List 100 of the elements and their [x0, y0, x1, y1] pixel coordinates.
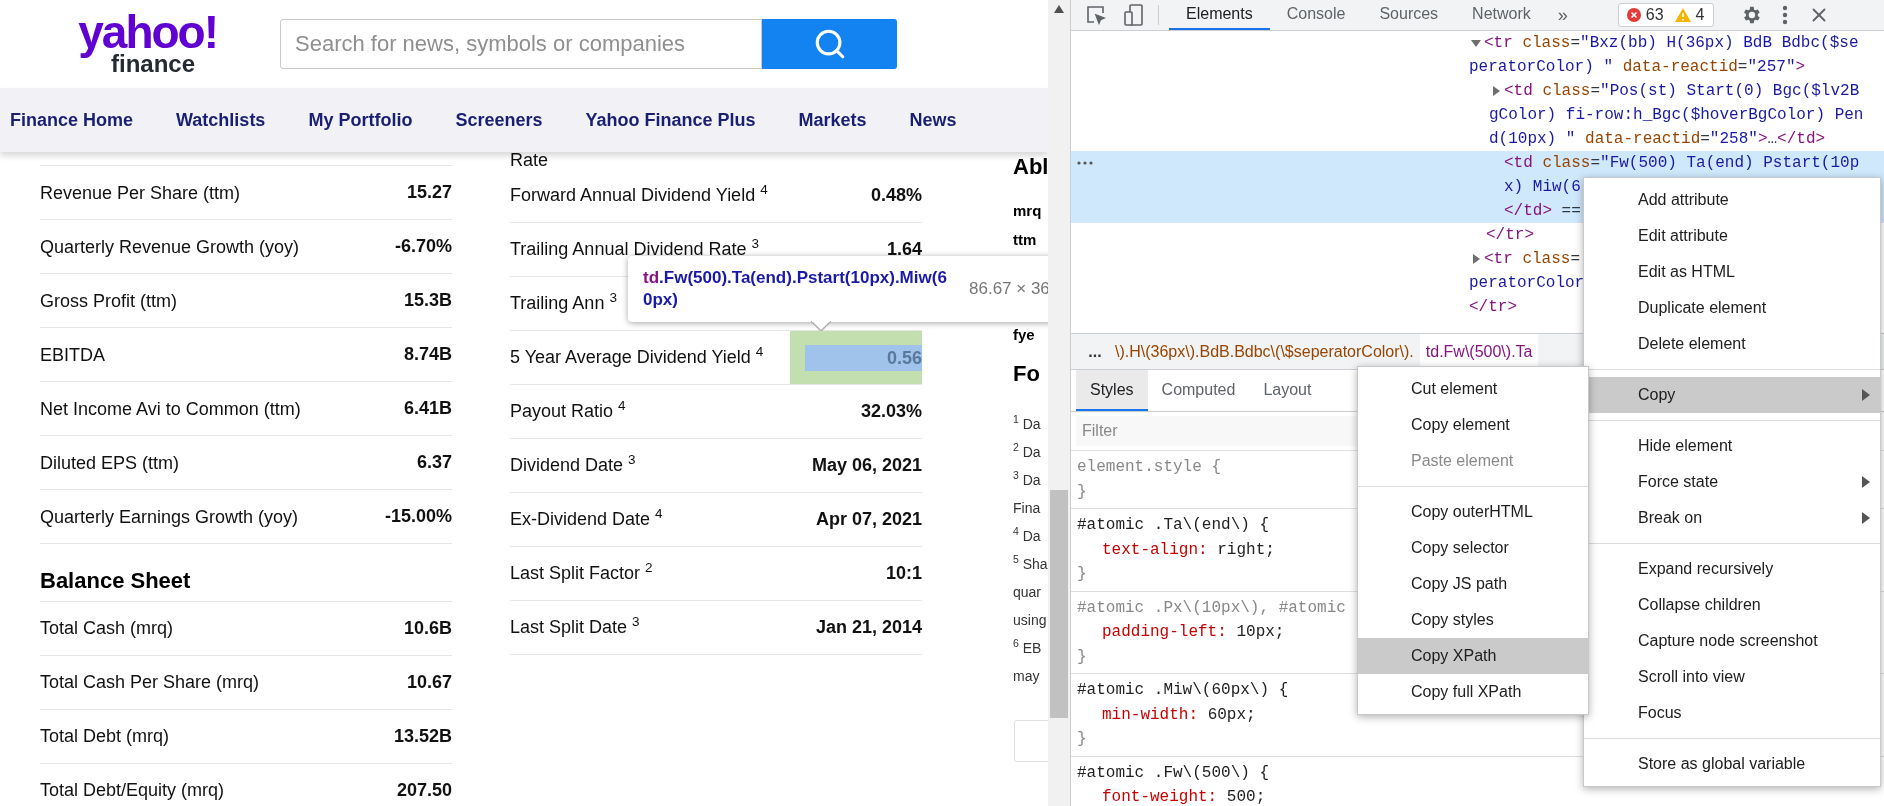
scroll-up-arrow-icon[interactable] — [1054, 5, 1064, 13]
tree-node[interactable]: <td class="Pos(st) Start(0) Bgc($lv2B gColor) fi-row:h_Bgc($hoverBgColor) Pen d(10px) " data-reactid="258">…</td> — [1071, 79, 1864, 151]
row-value: 15.3B — [403, 289, 452, 312]
section-heading: Fo — [1013, 359, 1040, 388]
row-label: Rate — [510, 152, 549, 169]
scrollbar-thumb[interactable] — [1050, 490, 1068, 718]
row-value: 0.56 — [805, 344, 922, 371]
inspect-icon[interactable] — [1086, 5, 1106, 25]
code-line: d(10px) " data-reactid="258">…</td> — [1489, 129, 1826, 150]
tree-node[interactable]: <tr class= peratorColor </tr> — [1071, 247, 1585, 319]
row-label: Payout Ratio $^{4}$ — [510, 401, 626, 422]
error-count: 63 — [1645, 5, 1664, 25]
row-label: Diluted EPS (ttm) — [40, 451, 181, 474]
row-label: Forward Annual Dividend Yield $^{4}$ — [510, 185, 768, 206]
row-label: Total Cash (mrq) — [40, 617, 175, 640]
row-label: EBITDA — [40, 343, 106, 366]
device-toolbar-icon[interactable] — [1124, 4, 1144, 26]
row-label: Total Debt/Equity (mrq) — [40, 779, 226, 802]
css-selector[interactable]: #atomic .Fw\(500\) { — [1077, 760, 1270, 785]
devtools-tab[interactable]: Console — [1269, 0, 1363, 30]
closing-brace: } — [1077, 564, 1087, 585]
code-line: peratorColor — [1469, 273, 1585, 294]
yahoo-finance-logo[interactable]: yahoo! finance — [75, 12, 217, 76]
more-icon[interactable] — [1077, 161, 1093, 165]
row-value: 6.37 — [416, 451, 452, 474]
menu-item[interactable]: Copy JS path — [1358, 566, 1588, 602]
menu-item[interactable]: Delete element — [1584, 326, 1880, 362]
menu-item[interactable]: Copy styles — [1358, 602, 1588, 638]
row-label: Revenue Per Share (ttm) — [40, 181, 242, 204]
styles-tab[interactable]: Layout — [1249, 370, 1326, 411]
nav-link[interactable]: News — [909, 106, 957, 134]
row-label: 5 Year Average Dividend Yield $^{4}$ — [510, 347, 764, 368]
filter-field[interactable]: Filter — [1076, 416, 1358, 446]
footnote-text: $^{1}$ Da — [1013, 413, 1041, 434]
more-tabs-button[interactable]: » — [1547, 0, 1578, 30]
code-line: </tr> — [1486, 225, 1534, 246]
menu-item[interactable]: Store as global variable — [1584, 746, 1880, 782]
row-value: 10.6B — [403, 617, 452, 640]
breadcrumb[interactable]: \).H\(36px\).BdB.Bdbc\(\$seperatorColor\). — [1109, 334, 1420, 369]
footnote-text: may — [1013, 666, 1040, 686]
code-line: x) Miw(6 — [1504, 177, 1581, 198]
css-selector[interactable]: #atomic .Miw\(60px\) { — [1077, 678, 1289, 703]
devtools-tab[interactable]: Network — [1455, 0, 1548, 30]
row-label: Trailing Ann $^{3}$ — [510, 293, 617, 314]
nav-link[interactable]: Yahoo Finance Plus — [585, 106, 756, 134]
nav-link[interactable]: My Portfolio — [308, 106, 413, 134]
breadcrumb-more-button[interactable]: ... — [1081, 334, 1109, 369]
row-value: 8.74B — [403, 343, 452, 366]
nav-link[interactable]: Finance Home — [10, 106, 134, 134]
row-label: Trailing Annual Dividend Rate $^{3}$ — [510, 239, 759, 260]
search-field[interactable]: Search for news, symbols or companies — [280, 19, 762, 69]
row-label: Last Split Factor $^{2}$ — [510, 563, 653, 584]
caret-down-icon[interactable] — [1471, 38, 1481, 48]
menu-item[interactable]: Duplicate element — [1584, 290, 1880, 326]
search-button[interactable] — [762, 19, 897, 69]
menu-item[interactable]: Copy full XPath — [1358, 674, 1588, 710]
row-value: May 06, 2021 — [811, 454, 922, 477]
row-value: -6.70% — [394, 235, 452, 258]
css-selector[interactable]: #atomic .Px\(10px\), #atomic — [1077, 595, 1346, 620]
page-scrollbar[interactable] — [1048, 0, 1070, 806]
styles-tab[interactable]: Styles — [1076, 370, 1148, 411]
row-value: 10.67 — [406, 671, 452, 694]
warning-count: 4 — [1695, 5, 1705, 25]
code-line: <tr class= — [1484, 249, 1581, 270]
footnote-text: quar — [1013, 582, 1042, 602]
submenu-arrow-icon — [1862, 389, 1870, 401]
menu-item[interactable]: Edit as HTML — [1584, 254, 1880, 290]
css-declaration[interactable]: font-weight: 500; — [1102, 785, 1266, 806]
nav-link[interactable]: Watchlists — [176, 106, 266, 134]
closing-brace: } — [1077, 729, 1087, 750]
nav-link[interactable]: Markets — [798, 106, 867, 134]
menu-item[interactable]: Add attribute — [1584, 182, 1880, 218]
nav-link[interactable]: Screeners — [455, 106, 543, 134]
term-label: mrq — [1013, 201, 1042, 222]
warning-icon — [1674, 8, 1691, 22]
row-label: Gross Profit (ttm) — [40, 289, 178, 312]
section-heading: Abl — [1013, 152, 1048, 181]
footnote-text: $^{4}$ Da — [1013, 525, 1041, 546]
menu-item[interactable]: Copy XPath — [1358, 638, 1588, 674]
row-value: 15.27 — [406, 181, 452, 204]
css-declaration[interactable]: text-align: right; — [1102, 537, 1275, 562]
row-value: 1.64 — [886, 238, 922, 261]
footnote-text: $^{6}$ EB — [1013, 637, 1042, 658]
styles-tab[interactable]: Computed — [1147, 370, 1250, 411]
submenu-arrow-icon — [1862, 512, 1870, 524]
issues-counter[interactable]: 63 4 — [1617, 3, 1714, 27]
caret-right-icon[interactable] — [1491, 86, 1501, 96]
devtools-tab[interactable]: Sources — [1362, 0, 1456, 30]
row-value: Jan 21, 2014 — [815, 616, 922, 639]
row-label: Net Income Avi to Common (ttm) — [40, 397, 302, 420]
caret-right-icon[interactable] — [1471, 254, 1481, 264]
css-declaration[interactable]: min-width: 60px; — [1102, 702, 1256, 727]
kebab-menu-icon[interactable] — [1781, 5, 1788, 25]
css-selector[interactable]: element.style { — [1077, 455, 1222, 480]
footnote-text: $^{2}$ Da — [1013, 441, 1041, 462]
css-selector[interactable]: #atomic .Ta\(end\) { — [1077, 513, 1270, 538]
css-declaration[interactable]: padding-left: 10px; — [1102, 620, 1285, 645]
footnote-text: $^{3}$ Da — [1013, 469, 1041, 490]
tree-node[interactable]: <tr class="Bxz(bb) H(36px) BdB Bdbc($se peratorColor) " data-reactid="257"> — [1071, 31, 1859, 79]
term-label: fye — [1013, 325, 1035, 346]
